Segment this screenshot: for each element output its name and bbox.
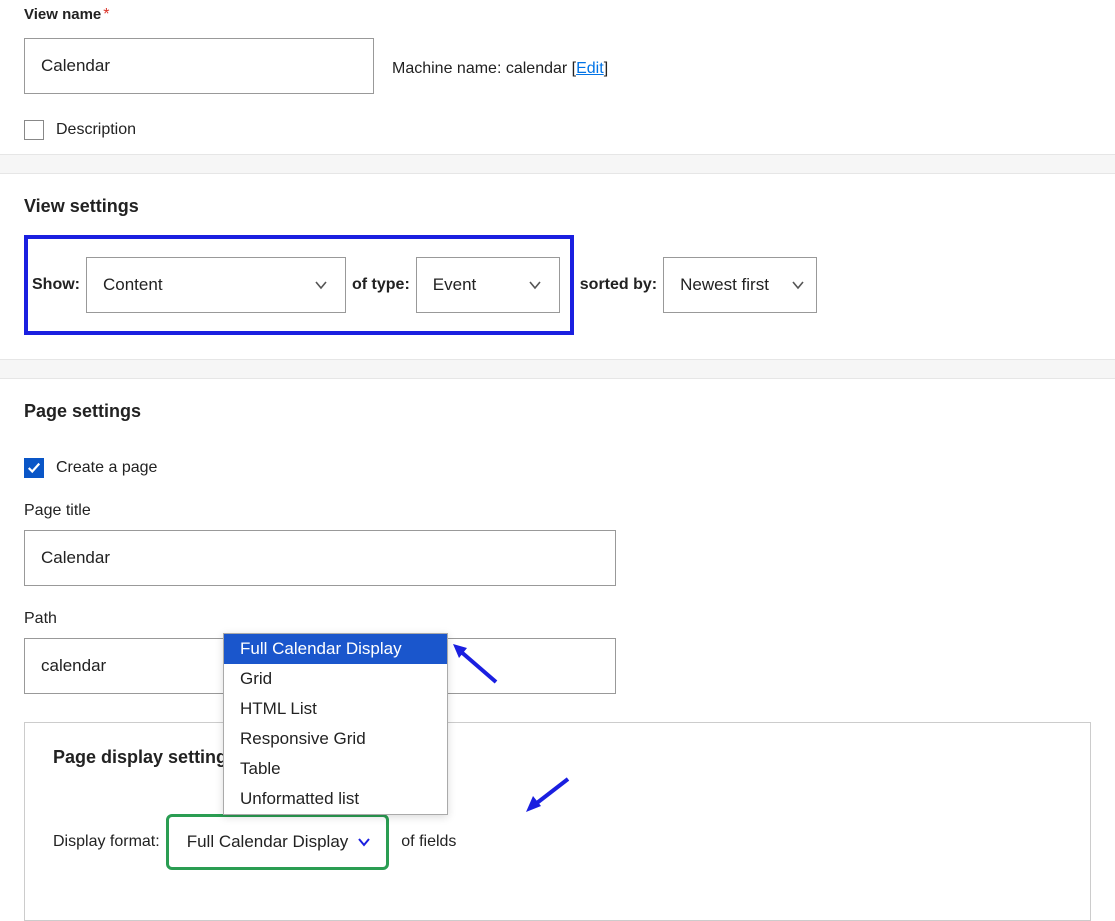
format-option-table[interactable]: Table <box>224 754 447 784</box>
format-option-unformatted-list[interactable]: Unformatted list <box>224 784 447 814</box>
description-checkbox[interactable] <box>24 120 44 140</box>
chevron-down-icon <box>790 277 806 293</box>
chevron-down-icon <box>527 277 543 293</box>
chevron-down-icon <box>356 834 372 850</box>
format-option-full-calendar[interactable]: Full Calendar Display <box>224 634 447 664</box>
chevron-down-icon <box>313 277 329 293</box>
page-title-label: Page title <box>24 502 1091 520</box>
page-display-settings-heading: Page display settings <box>53 747 1062 768</box>
format-option-responsive-grid[interactable]: Responsive Grid <box>224 724 447 754</box>
sorted-by-label: sorted by: <box>580 276 657 294</box>
required-indicator: * <box>103 6 109 23</box>
view-settings-heading: View settings <box>24 196 1091 217</box>
display-format-label: Display format: <box>53 833 160 851</box>
view-name-label: View name <box>24 6 101 23</box>
create-page-label: Create a page <box>56 459 157 477</box>
page-display-settings-panel: Page display settings Display format: Fu… <box>24 722 1091 921</box>
annotation-arrow-icon <box>523 774 573 814</box>
display-format-options: Full Calendar Display Grid HTML List Res… <box>223 633 448 815</box>
description-label: Description <box>56 121 136 139</box>
machine-name-display: Machine name: calendar [Edit] <box>392 60 608 78</box>
show-select[interactable]: Content <box>86 257 346 313</box>
sorted-by-select[interactable]: Newest first <box>663 257 817 313</box>
path-label: Path <box>24 610 1091 628</box>
machine-name-edit-link[interactable]: Edit <box>576 60 604 77</box>
view-name-input[interactable] <box>24 38 374 94</box>
create-page-checkbox[interactable] <box>24 458 44 478</box>
format-option-grid[interactable]: Grid <box>224 664 447 694</box>
display-format-select[interactable]: Full Calendar Display <box>166 814 390 870</box>
page-settings-heading: Page settings <box>24 401 1091 422</box>
of-fields-label: of fields <box>401 833 456 851</box>
show-label: Show: <box>32 276 80 294</box>
show-filter-highlight: Show: Content of type: Event <box>24 235 574 335</box>
of-type-label: of type: <box>352 276 410 294</box>
page-title-input[interactable] <box>24 530 616 586</box>
format-option-html-list[interactable]: HTML List <box>224 694 447 724</box>
of-type-select[interactable]: Event <box>416 257 560 313</box>
